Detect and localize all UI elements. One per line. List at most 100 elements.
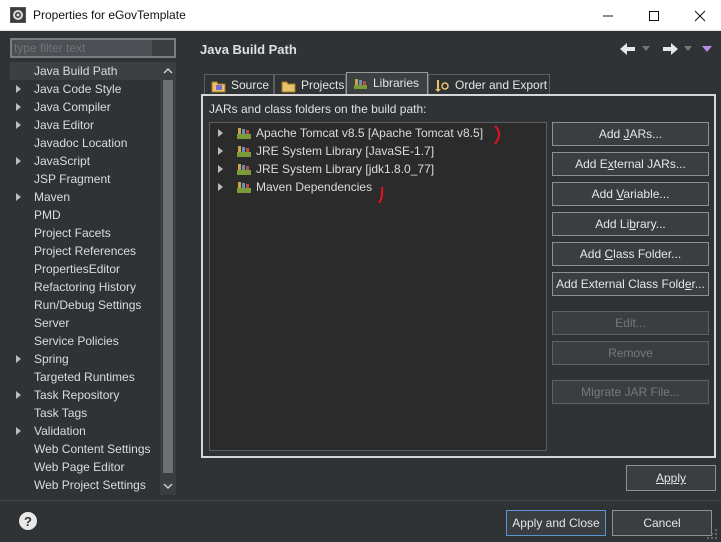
resize-grip-icon[interactable] (706, 528, 718, 540)
nav-item-project-references[interactable]: Project References (10, 242, 160, 260)
expand-arrow-icon[interactable] (16, 157, 21, 165)
nav-item-web-page-editor[interactable]: Web Page Editor (10, 458, 160, 476)
tab-projects[interactable]: Projects (274, 74, 346, 96)
tree-item-label: JRE System Library [jdk1.8.0_77] (256, 162, 435, 176)
nav-item-label: Java Code Style (34, 82, 122, 96)
nav-item-web-content-settings[interactable]: Web Content Settings (10, 440, 160, 458)
filter-box[interactable] (10, 38, 176, 58)
apply-and-close-button[interactable]: Apply and Close (506, 510, 606, 536)
add-external-jars-button[interactable]: Add External JARs... (552, 152, 709, 176)
app-gear-icon (10, 7, 26, 23)
migrate-jar-file-button[interactable]: Migrate JAR File... (552, 380, 709, 404)
remove-button[interactable]: Remove (552, 341, 709, 365)
source-folder-icon (211, 81, 226, 93)
nav-item-validation[interactable]: Validation (10, 422, 160, 440)
minimize-icon (603, 15, 613, 16)
add-class-folder-button[interactable]: Add Class Folder... (552, 242, 709, 266)
apply-button[interactable]: Apply (626, 465, 716, 491)
nav-item-java-compiler[interactable]: Java Compiler (10, 98, 160, 116)
nav-item-label: Java Editor (34, 118, 95, 132)
nav-item-javascript[interactable]: JavaScript (10, 152, 160, 170)
nav-item-label: Java Build Path (34, 64, 118, 78)
nav-item-web-project-settings[interactable]: Web Project Settings (10, 476, 160, 494)
add-external-class-folder-button[interactable]: Add External Class Folder... (552, 272, 709, 296)
expand-arrow-icon[interactable] (16, 391, 21, 399)
nav-item-maven[interactable]: Maven (10, 188, 160, 206)
svg-text:?: ? (24, 514, 32, 529)
nav-item-propertieseditor[interactable]: PropertiesEditor (10, 260, 160, 278)
nav-item-java-code-style[interactable]: Java Code Style (10, 80, 160, 98)
order-export-icon (435, 80, 449, 92)
library-icon (237, 182, 251, 193)
nav-item-task-tags[interactable]: Task Tags (10, 404, 160, 422)
nav-item-javadoc-location[interactable]: Javadoc Location (10, 134, 160, 152)
expand-arrow-icon[interactable] (16, 103, 21, 111)
edit-button[interactable]: Edit... (552, 311, 709, 335)
btn-mnemonic: e (684, 277, 692, 291)
nav-item-java-editor[interactable]: Java Editor (10, 116, 160, 134)
minimize-button[interactable] (585, 0, 631, 31)
help-icon[interactable]: ? (18, 511, 38, 531)
filter-input[interactable] (12, 40, 174, 56)
scroll-up-icon[interactable] (163, 66, 173, 76)
btn-text: Add Li (595, 217, 630, 231)
nav-scrollbar-thumb[interactable] (163, 80, 173, 473)
back-arrow-icon[interactable] (620, 42, 636, 56)
tab-order-and-export[interactable]: Order and Export (428, 74, 550, 96)
close-button[interactable] (677, 0, 721, 31)
expand-arrow-icon[interactable] (218, 147, 223, 155)
view-menu-icon[interactable] (702, 46, 712, 53)
nav-scrollbar[interactable] (160, 62, 176, 495)
forward-arrow-icon[interactable] (662, 42, 678, 56)
add-library-button[interactable]: Add Library... (552, 212, 709, 236)
page-title: Java Build Path (200, 42, 297, 57)
add-variable-button[interactable]: Add Variable... (552, 182, 709, 206)
expand-arrow-icon[interactable] (16, 121, 21, 129)
tab-source[interactable]: Source (204, 74, 274, 96)
expand-arrow-icon[interactable] (16, 193, 21, 201)
btn-mnemonic: A (655, 471, 664, 485)
forward-menu-icon[interactable] (684, 46, 692, 52)
tab-libraries[interactable]: Libraries (346, 72, 428, 96)
nav-item-spring[interactable]: Spring (10, 350, 160, 368)
nav-item-label: JavaScript (34, 154, 91, 168)
nav-item-label: Java Compiler (34, 100, 111, 114)
back-menu-icon[interactable] (642, 46, 650, 52)
libraries-tree[interactable]: Apache Tomcat v8.5 [Apache Tomcat v8.5] … (209, 122, 547, 451)
nav-item-service-policies[interactable]: Service Policies (10, 332, 160, 350)
nav-item-java-build-path[interactable]: Java Build Path (10, 62, 160, 80)
nav-item-pmd[interactable]: PMD (10, 206, 160, 224)
expand-arrow-icon[interactable] (218, 165, 223, 173)
nav-item-server[interactable]: Server (10, 314, 160, 332)
expand-arrow-icon[interactable] (218, 183, 223, 191)
nav-item-task-repository[interactable]: Task Repository (10, 386, 160, 404)
expand-arrow-icon[interactable] (218, 129, 223, 137)
library-icon (237, 164, 251, 175)
nav-item-label: Javadoc Location (34, 136, 128, 150)
btn-text: lass Folder... (613, 247, 682, 261)
footer-separator (0, 500, 721, 501)
expand-arrow-icon[interactable] (16, 85, 21, 93)
maximize-icon (649, 10, 659, 21)
history-nav (620, 40, 715, 60)
btn-text: Add (598, 127, 624, 141)
maximize-button[interactable] (631, 0, 677, 31)
cancel-button[interactable]: Cancel (612, 510, 712, 536)
tree-item-label: Apache Tomcat v8.5 [Apache Tomcat v8.5] (256, 126, 484, 140)
property-page-list[interactable]: Java Build Path Java Code Style Java Compi… (10, 62, 160, 495)
tree-item-jre-jdk1-8[interactable]: JRE System Library [jdk1.8.0_77] (210, 160, 546, 178)
nav-item-refactoring-history[interactable]: Refactoring History (10, 278, 160, 296)
library-icon (237, 146, 251, 157)
nav-item-project-facets[interactable]: Project Facets (10, 224, 160, 242)
expand-arrow-icon[interactable] (16, 427, 21, 435)
nav-item-label: Project References (34, 244, 137, 258)
nav-item-jsp-fragment[interactable]: JSP Fragment (10, 170, 160, 188)
tab-label: Libraries (373, 76, 420, 90)
nav-item-targeted-runtimes[interactable]: Targeted Runtimes (10, 368, 160, 386)
scroll-down-icon[interactable] (163, 481, 173, 491)
nav-item-label: JSP Fragment (34, 172, 111, 186)
window-title: Properties for eGovTemplate (33, 8, 186, 22)
nav-item-run-debug-settings[interactable]: Run/Debug Settings (10, 296, 160, 314)
add-jars-button[interactable]: Add JARs... (552, 122, 709, 146)
expand-arrow-icon[interactable] (16, 355, 21, 363)
